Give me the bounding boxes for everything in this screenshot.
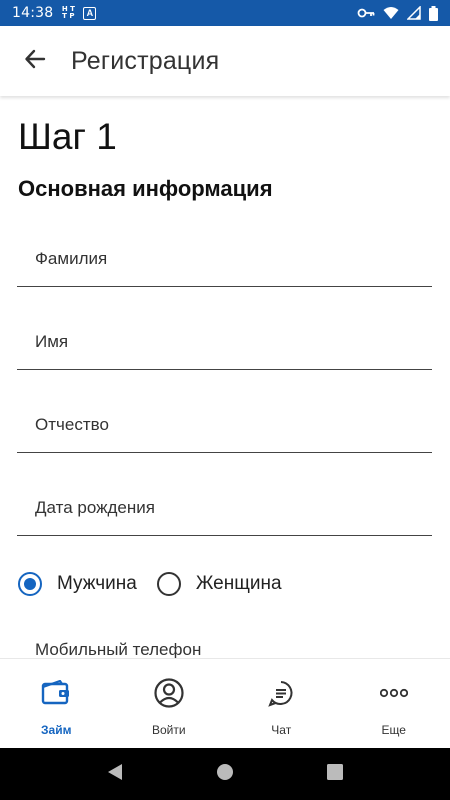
signal-icon bbox=[407, 6, 421, 20]
radio-unchecked-icon[interactable] bbox=[156, 572, 181, 596]
status-bar: 14:38 H TT P A bbox=[0, 0, 450, 26]
nav-label-login: Войти bbox=[151, 723, 186, 737]
gender-option-female[interactable]: Женщина bbox=[156, 572, 282, 596]
patronymic-label: Отчество bbox=[35, 415, 109, 434]
gender-female-label: Женщина bbox=[195, 573, 282, 594]
step-title: Шаг 1 bbox=[18, 116, 117, 157]
account-icon bbox=[152, 677, 186, 709]
wallet-icon bbox=[39, 677, 73, 709]
system-back-button[interactable] bbox=[95, 754, 135, 794]
bottom-navigation: Займ Войти Чат Еще bbox=[0, 658, 450, 748]
birth-date-label: Дата рождения bbox=[35, 498, 155, 517]
back-button[interactable] bbox=[0, 26, 70, 96]
app-bar: Регистрация bbox=[0, 26, 450, 96]
status-time: 14:38 bbox=[12, 5, 54, 21]
birth-date-field[interactable]: Дата рождения bbox=[17, 478, 432, 536]
last-name-field[interactable]: Фамилия bbox=[17, 229, 432, 287]
system-navigation-bar bbox=[0, 748, 450, 800]
nav-label-loan: Займ bbox=[41, 723, 72, 737]
a-icon: A bbox=[83, 6, 97, 20]
gender-option-male[interactable]: Мужчина bbox=[18, 572, 137, 596]
nav-item-loan[interactable]: Займ bbox=[0, 659, 113, 748]
arrow-back-icon bbox=[24, 48, 46, 75]
patronymic-field[interactable]: Отчество bbox=[17, 395, 432, 453]
mobile-phone-label: Мобильный телефон bbox=[35, 640, 202, 658]
ht-icon: H TT P bbox=[61, 5, 75, 20]
gender-radio-group: Мужчина Женщина bbox=[18, 572, 282, 596]
more-icon bbox=[377, 677, 411, 709]
section-title: Основная информация bbox=[18, 176, 273, 201]
nav-label-more: Еще bbox=[381, 723, 406, 737]
system-recents-button[interactable] bbox=[315, 754, 355, 794]
vpn-key-icon bbox=[357, 7, 375, 19]
nav-item-chat[interactable]: Чат bbox=[225, 659, 338, 748]
registration-form: Шаг 1 Основная информация Фамилия Имя От… bbox=[0, 96, 450, 658]
first-name-label: Имя bbox=[35, 332, 69, 351]
page-title: Регистрация bbox=[71, 46, 220, 75]
nav-item-login[interactable]: Войти bbox=[113, 659, 226, 748]
radio-checked-icon[interactable] bbox=[18, 572, 42, 596]
wifi-icon bbox=[383, 6, 399, 20]
nav-item-more[interactable]: Еще bbox=[338, 659, 450, 748]
battery-icon bbox=[429, 5, 438, 21]
nav-label-chat: Чат bbox=[271, 723, 292, 737]
gender-male-label: Мужчина bbox=[57, 573, 137, 594]
last-name-label: Фамилия bbox=[35, 249, 108, 268]
system-home-button[interactable] bbox=[205, 754, 245, 794]
square-recents-icon bbox=[327, 763, 343, 785]
chat-icon bbox=[264, 677, 298, 709]
first-name-field[interactable]: Имя bbox=[17, 312, 432, 370]
circle-home-icon bbox=[216, 763, 234, 786]
triangle-back-icon bbox=[107, 763, 123, 786]
